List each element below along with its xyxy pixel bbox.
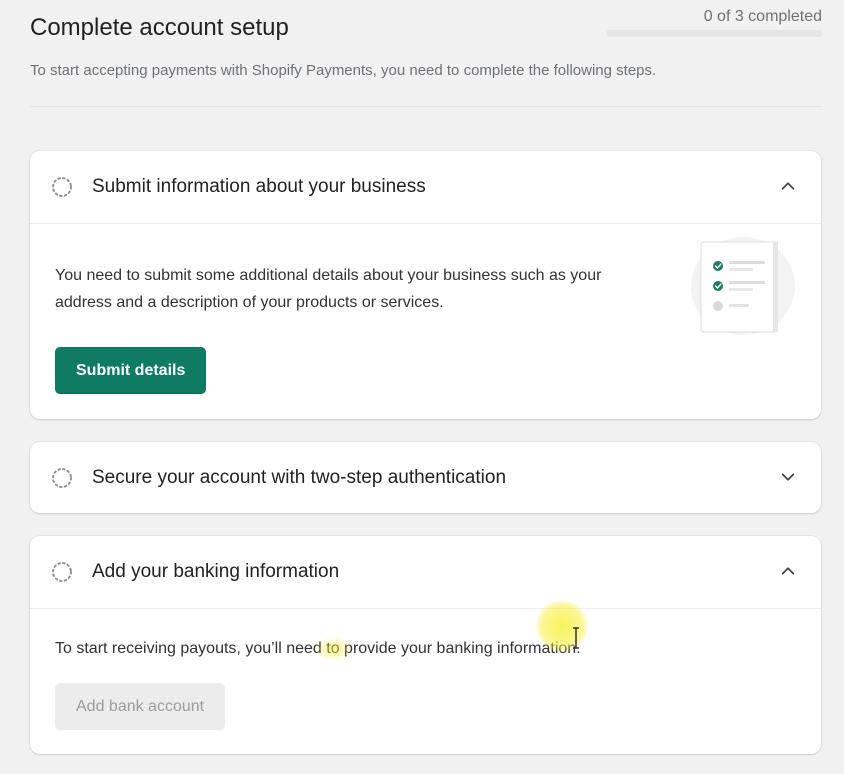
step-body-business-info: You need to submit some additional detai… <box>30 224 821 419</box>
text-cursor-icon <box>573 627 579 649</box>
add-bank-account-button[interactable]: Add bank account <box>55 683 226 730</box>
submit-details-button[interactable]: Submit details <box>55 347 207 394</box>
step-title: Submit information about your business <box>92 176 426 197</box>
chevron-up-icon[interactable] <box>779 177 797 195</box>
step-header-two-step-auth[interactable]: Secure your account with two-step authen… <box>30 442 821 513</box>
step-description: You need to submit some additional detai… <box>55 267 602 311</box>
step-title: Add your banking information <box>92 561 340 582</box>
progress-text: 0 of 3 completed <box>703 8 822 25</box>
step-description: To start receiving payouts, you’ll need … <box>55 640 581 657</box>
checklist-illustration <box>691 237 795 335</box>
page-title: Complete account setup <box>30 14 289 41</box>
chevron-down-icon[interactable] <box>779 468 797 486</box>
chevron-up-icon[interactable] <box>779 562 797 580</box>
dashed-circle-icon <box>52 562 72 582</box>
header-divider <box>30 106 822 107</box>
step-header-business-info[interactable]: Submit information about your business <box>30 151 821 224</box>
dashed-circle-icon <box>52 468 72 488</box>
progress-bar <box>606 30 822 37</box>
dashed-circle-icon <box>52 177 72 197</box>
page-subtitle: To start accepting payments with Shopify… <box>30 62 657 79</box>
step-header-banking-info[interactable]: Add your banking information <box>30 536 821 609</box>
step-body-banking-info: To start receiving payouts, you’ll need … <box>30 609 821 754</box>
step-card-business-info: Submit information about your business Y… <box>30 151 821 419</box>
step-card-banking-info: Add your banking information To start re… <box>30 536 821 754</box>
step-title: Secure your account with two-step authen… <box>92 467 507 488</box>
step-card-two-step-auth: Secure your account with two-step authen… <box>30 442 821 513</box>
